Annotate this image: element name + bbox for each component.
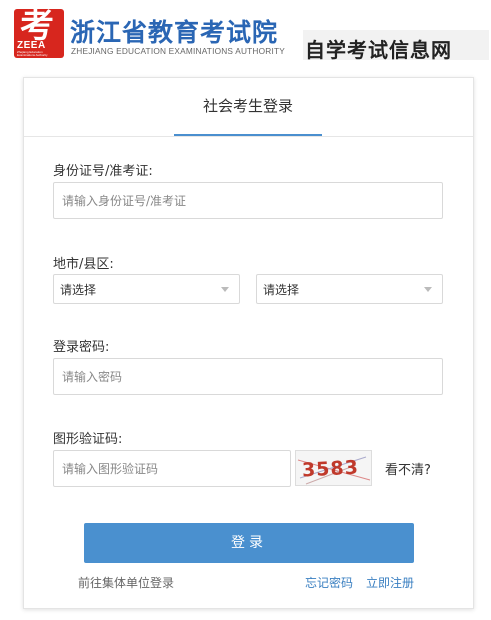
captcha-label: 图形验证码: [53, 432, 123, 447]
county-select-value: 请选择 [263, 283, 300, 297]
captcha-image[interactable]: 3583 [295, 450, 372, 486]
zeea-logo: 考 ZEEA Zhejiang Education Examinations A… [14, 9, 64, 58]
chevron-down-icon [221, 287, 229, 292]
captcha-text: 3583 [301, 456, 360, 482]
active-tab-indicator [174, 134, 322, 136]
county-select[interactable]: 请选择 [256, 274, 443, 304]
forgot-password-link[interactable]: 忘记密码 [305, 574, 353, 591]
org-name: 浙江省教育考试院 [70, 18, 279, 47]
captcha-input[interactable] [53, 450, 291, 487]
tab-individual-login[interactable]: 社会考生登录 [174, 78, 322, 137]
org-subtitle: ZHEJIANG EDUCATION EXAMINATIONS AUTHORIT… [71, 46, 285, 56]
id-label: 身份证号/准考证: [53, 164, 153, 179]
site-header: 考 ZEEA Zhejiang Education Examinations A… [0, 0, 491, 68]
password-input[interactable] [53, 358, 443, 395]
id-number-input[interactable] [53, 182, 443, 219]
refresh-captcha-link[interactable]: 看不清? [385, 459, 431, 478]
logo-character: 考 [20, 6, 54, 46]
region-label: 地市/县区: [53, 257, 114, 272]
chevron-down-icon [424, 287, 432, 292]
city-select[interactable]: 请选择 [53, 274, 240, 304]
group-login-link[interactable]: 前往集体单位登录 [78, 574, 174, 591]
tab-bar: 社会考生登录 [24, 78, 473, 137]
site-tagline: 自学考试信息网 [303, 30, 489, 62]
login-card: 社会考生登录 身份证号/准考证: 地市/县区: 请选择 请选择 登录密码: 图形… [23, 77, 474, 609]
logo-fine-print: Zhejiang Education Examinations Authorit… [17, 50, 48, 57]
city-select-value: 请选择 [60, 283, 97, 297]
site-tagline-text: 自学考试信息网 [305, 38, 452, 62]
register-link[interactable]: 立即注册 [366, 574, 414, 591]
login-button[interactable]: 登录 [84, 523, 414, 563]
password-label: 登录密码: [53, 340, 110, 355]
